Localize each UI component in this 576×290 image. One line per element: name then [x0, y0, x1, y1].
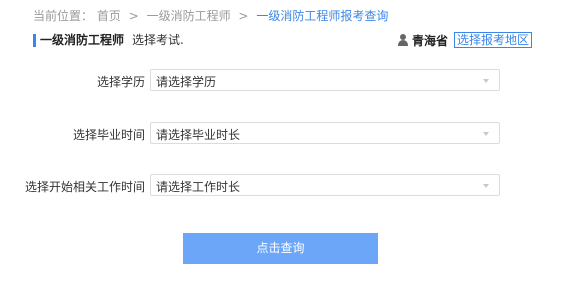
- page-subtitle: 选择考试.: [132, 33, 184, 47]
- work-start-select-value: 请选择工作时长: [156, 180, 241, 194]
- breadcrumb-separator: >: [128, 9, 139, 23]
- page-title: 一级消防工程师: [40, 33, 125, 47]
- graduation-select[interactable]: 请选择毕业时长: [150, 122, 500, 144]
- chevron-down-icon: [483, 132, 489, 136]
- graduation-select-value: 请选择毕业时长: [156, 128, 241, 142]
- breadcrumb-item-category[interactable]: 一级消防工程师: [147, 9, 231, 23]
- form-row-work-start: 选择开始相关工作时间 请选择工作时长: [0, 174, 576, 198]
- breadcrumb-prefix: 当前位置：: [33, 9, 94, 23]
- education-label: 选择学历: [96, 75, 145, 89]
- graduation-label: 选择毕业时间: [72, 128, 145, 142]
- breadcrumb-item-current[interactable]: 一级消防工程师报考查询: [256, 9, 388, 23]
- title-accent-bar: [33, 34, 36, 47]
- education-select-value: 请选择学历: [156, 75, 217, 89]
- breadcrumb: 当前位置： 首页 > 一级消防工程师 > 一级消防工程师报考查询: [33, 7, 388, 24]
- work-start-label: 选择开始相关工作时间: [24, 180, 145, 194]
- region-selector: 青海省 选择报考地区: [397, 31, 532, 49]
- work-start-select[interactable]: 请选择工作时长: [150, 174, 500, 196]
- query-button[interactable]: 点击查询: [183, 233, 378, 264]
- chevron-down-icon: [483, 184, 489, 188]
- select-region-button[interactable]: 选择报考地区: [453, 32, 532, 48]
- header: 一级消防工程师 选择考试. 青海省 选择报考地区: [33, 31, 532, 49]
- breadcrumb-separator: >: [238, 9, 249, 23]
- region-name: 青海省: [411, 33, 448, 48]
- education-select[interactable]: 请选择学历: [150, 69, 500, 91]
- breadcrumb-item-home[interactable]: 首页: [97, 9, 121, 23]
- user-icon: [397, 34, 408, 46]
- form-row-education: 选择学历 请选择学历: [0, 69, 576, 93]
- chevron-down-icon: [483, 79, 489, 83]
- form-row-graduation: 选择毕业时间 请选择毕业时长: [0, 122, 576, 146]
